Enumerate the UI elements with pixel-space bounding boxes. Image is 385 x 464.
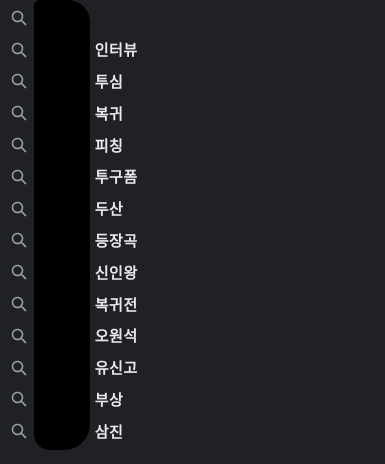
suggestion-label: 삼진 (95, 422, 124, 441)
redaction-mark (34, 0, 90, 450)
search-icon (11, 391, 27, 407)
search-icon (11, 105, 27, 121)
search-icon (11, 10, 27, 26)
suggestion-label: 부상 (95, 390, 124, 409)
suggestion-label: 두산 (95, 200, 124, 219)
search-icon (11, 296, 27, 312)
search-icon (11, 232, 27, 248)
suggestion-label: 오원석 (95, 327, 138, 346)
suggestion-label: 인터뷰 (95, 41, 138, 60)
search-icon (11, 137, 27, 153)
search-icon (11, 169, 27, 185)
suggestion-label: 복귀 (95, 104, 124, 123)
suggestion-label: 복귀전 (95, 295, 138, 314)
search-icon (11, 264, 27, 280)
suggestion-label: 투구폼 (95, 168, 138, 187)
suggestion-label: 유신고 (95, 359, 138, 378)
suggestion-label: 피칭 (95, 136, 124, 155)
search-icon (11, 423, 27, 439)
suggestion-label: 투심 (95, 72, 124, 91)
suggestion-label: 등장곡 (95, 231, 138, 250)
suggestion-label: 신인왕 (95, 263, 138, 282)
search-icon (11, 73, 27, 89)
search-icon (11, 42, 27, 58)
search-suggestions-panel: 인터뷰 투심 복귀 피칭 투구폼 두산 등장곡 신인왕 복귀전 오원석 유신고 … (0, 0, 385, 464)
search-icon (11, 360, 27, 376)
search-icon (11, 201, 27, 217)
search-icon (11, 328, 27, 344)
